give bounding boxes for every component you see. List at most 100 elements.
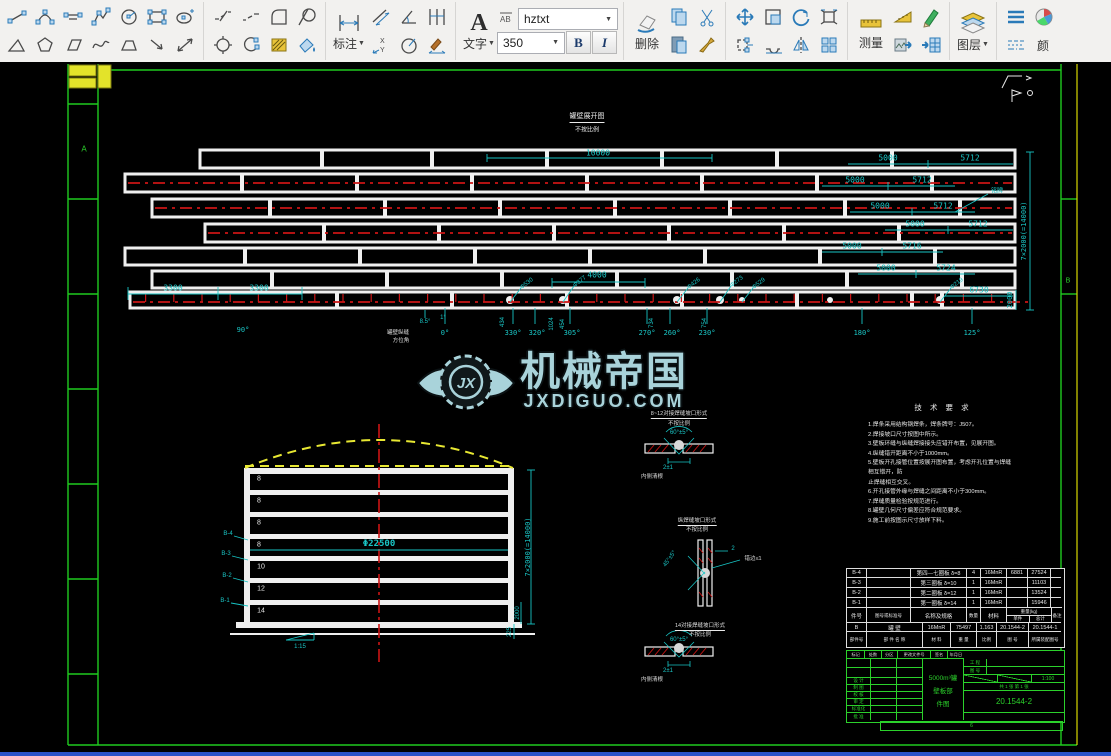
role-label: 标准化: [847, 706, 871, 713]
format-painter-icon[interactable]: [693, 32, 720, 59]
ellipse-icon[interactable]: [171, 4, 198, 31]
centerline-icon[interactable]: [59, 4, 86, 31]
project-row: 工 程: [964, 659, 1064, 667]
delete-button[interactable]: 删除: [629, 3, 665, 59]
circle-icon[interactable]: [115, 4, 142, 31]
role-label: 校 核: [847, 692, 871, 699]
note-line1: 罐壁纵缝: [387, 328, 409, 336]
revision-header: 标记 处数 分区 更改文件号 签名 年月日: [847, 651, 964, 659]
scale-value: 1:100: [1032, 675, 1064, 682]
copy-icon[interactable]: [665, 4, 692, 31]
fill-icon[interactable]: [293, 32, 320, 59]
stretch-icon[interactable]: [731, 32, 758, 59]
cell: 处数: [865, 651, 881, 658]
move-icon[interactable]: [731, 4, 758, 31]
arc-icon[interactable]: [31, 4, 58, 31]
top-view-scale-note: 不按比例: [575, 125, 599, 134]
style-group: 颜: [999, 0, 1060, 62]
footer-cell: 比例: [977, 631, 997, 648]
tech-line: 9.施工前按图示尺寸放样下料。: [868, 517, 1012, 526]
angle-ruler-icon[interactable]: [889, 4, 916, 31]
zone-letter: B: [1066, 278, 1071, 285]
color-wheel-icon[interactable]: [1030, 4, 1057, 31]
ray-icon[interactable]: [237, 4, 264, 31]
break-circle-icon[interactable]: [237, 32, 264, 59]
watermark-en: JXDIGUO.COM: [523, 392, 684, 411]
double-arrow-icon[interactable]: [171, 32, 198, 59]
bold-label: B: [574, 35, 583, 51]
cell: 分区: [882, 651, 898, 658]
dim: 5000: [876, 264, 895, 273]
dim: 5000: [878, 154, 897, 163]
dimension-button[interactable]: 标注▼: [331, 3, 367, 59]
aligned-dim-icon[interactable]: [367, 4, 394, 31]
vdim: 434: [500, 317, 506, 327]
fillet-icon[interactable]: [265, 4, 292, 31]
font-select[interactable]: hztxt▼: [518, 8, 618, 30]
rectangle-icon[interactable]: [143, 4, 170, 31]
draw-tools-group: [0, 0, 201, 62]
arrow-icon[interactable]: [143, 32, 170, 59]
parallelogram-icon[interactable]: [59, 32, 86, 59]
tangent-circle-icon[interactable]: [293, 4, 320, 31]
array-icon[interactable]: [815, 32, 842, 59]
measure-button[interactable]: 测量: [853, 3, 889, 59]
ordinate-dim-icon[interactable]: XY: [367, 32, 394, 59]
trapezoid-icon[interactable]: [115, 32, 142, 59]
spline-icon[interactable]: [87, 32, 114, 59]
angle-label: 180°: [854, 329, 871, 337]
separator: [203, 2, 204, 60]
image-export-icon[interactable]: [889, 32, 916, 59]
view-box-icon[interactable]: [815, 4, 842, 31]
divide-circle-icon[interactable]: [209, 32, 236, 59]
radius-dim-icon[interactable]: [395, 32, 422, 59]
role-label: 批 准: [847, 713, 871, 720]
table-export-icon[interactable]: [917, 32, 944, 59]
line-style-icon[interactable]: [1002, 4, 1029, 31]
dim: 5712: [933, 202, 952, 211]
header-cell: 图号或标准号: [867, 607, 911, 623]
sketch-pencil-icon[interactable]: [917, 4, 944, 31]
construction-line-icon[interactable]: [209, 4, 236, 31]
dim-4000: 4000: [587, 271, 606, 280]
table-row: B-3第三圈板 δ=10116MnR11103: [847, 577, 1064, 587]
mirror-icon[interactable]: [787, 32, 814, 59]
dash-style-icon[interactable]: [1002, 32, 1029, 59]
paste-icon[interactable]: [665, 32, 692, 59]
triangle-icon[interactable]: [3, 32, 30, 59]
bold-button[interactable]: B: [566, 31, 591, 54]
course-thickness: 12: [257, 586, 265, 593]
dim: 5724: [936, 264, 955, 273]
dwgno-label: 图 号: [964, 667, 987, 674]
cut-icon[interactable]: [693, 4, 720, 31]
pentagon-icon[interactable]: [31, 32, 58, 59]
text-button[interactable]: A 文字▼: [461, 3, 497, 59]
cell: [867, 569, 911, 577]
header-cell: 名称及规格: [911, 607, 967, 623]
hatch-icon[interactable]: [265, 32, 292, 59]
offset-icon[interactable]: [759, 32, 786, 59]
dim-right-vertical: 7×2000(=14000): [1020, 201, 1028, 260]
font-size-select[interactable]: 350▼: [497, 32, 565, 54]
tech-line: 4.纵缝错开距离不小于1000mm。: [868, 450, 1012, 459]
baseline-dim-icon[interactable]: [423, 4, 450, 31]
rotate-icon[interactable]: [787, 4, 814, 31]
cell: 4: [967, 569, 981, 577]
dim: 5712: [912, 176, 931, 185]
polyline-icon[interactable]: [87, 4, 114, 31]
line-icon[interactable]: [3, 4, 30, 31]
layer-button[interactable]: 图层▼: [955, 3, 991, 59]
detail-gap: 2±1: [663, 668, 673, 674]
separator: [455, 2, 456, 60]
dim-edit-icon[interactable]: [423, 32, 450, 59]
drawing-title: 5000m³罐: [929, 672, 958, 682]
dim-height: 7×2000(=14000): [524, 517, 532, 576]
footer-cell: 部 件 名 称: [867, 631, 923, 648]
drawing-canvas[interactable]: 罐壁展开图 不按比例 10000 5000 5712 5000 5712 500…: [0, 62, 1111, 756]
angular-dim-icon[interactable]: [395, 4, 422, 31]
tech-line: 5.壁板开孔接管位置按展开图布置，考虑开孔位置与焊缝相互错开，防: [868, 459, 1012, 477]
scale-icon[interactable]: [759, 4, 786, 31]
dim: 5712: [968, 220, 987, 229]
text-style-icon[interactable]: AB: [497, 9, 517, 29]
italic-button[interactable]: I: [592, 31, 617, 54]
